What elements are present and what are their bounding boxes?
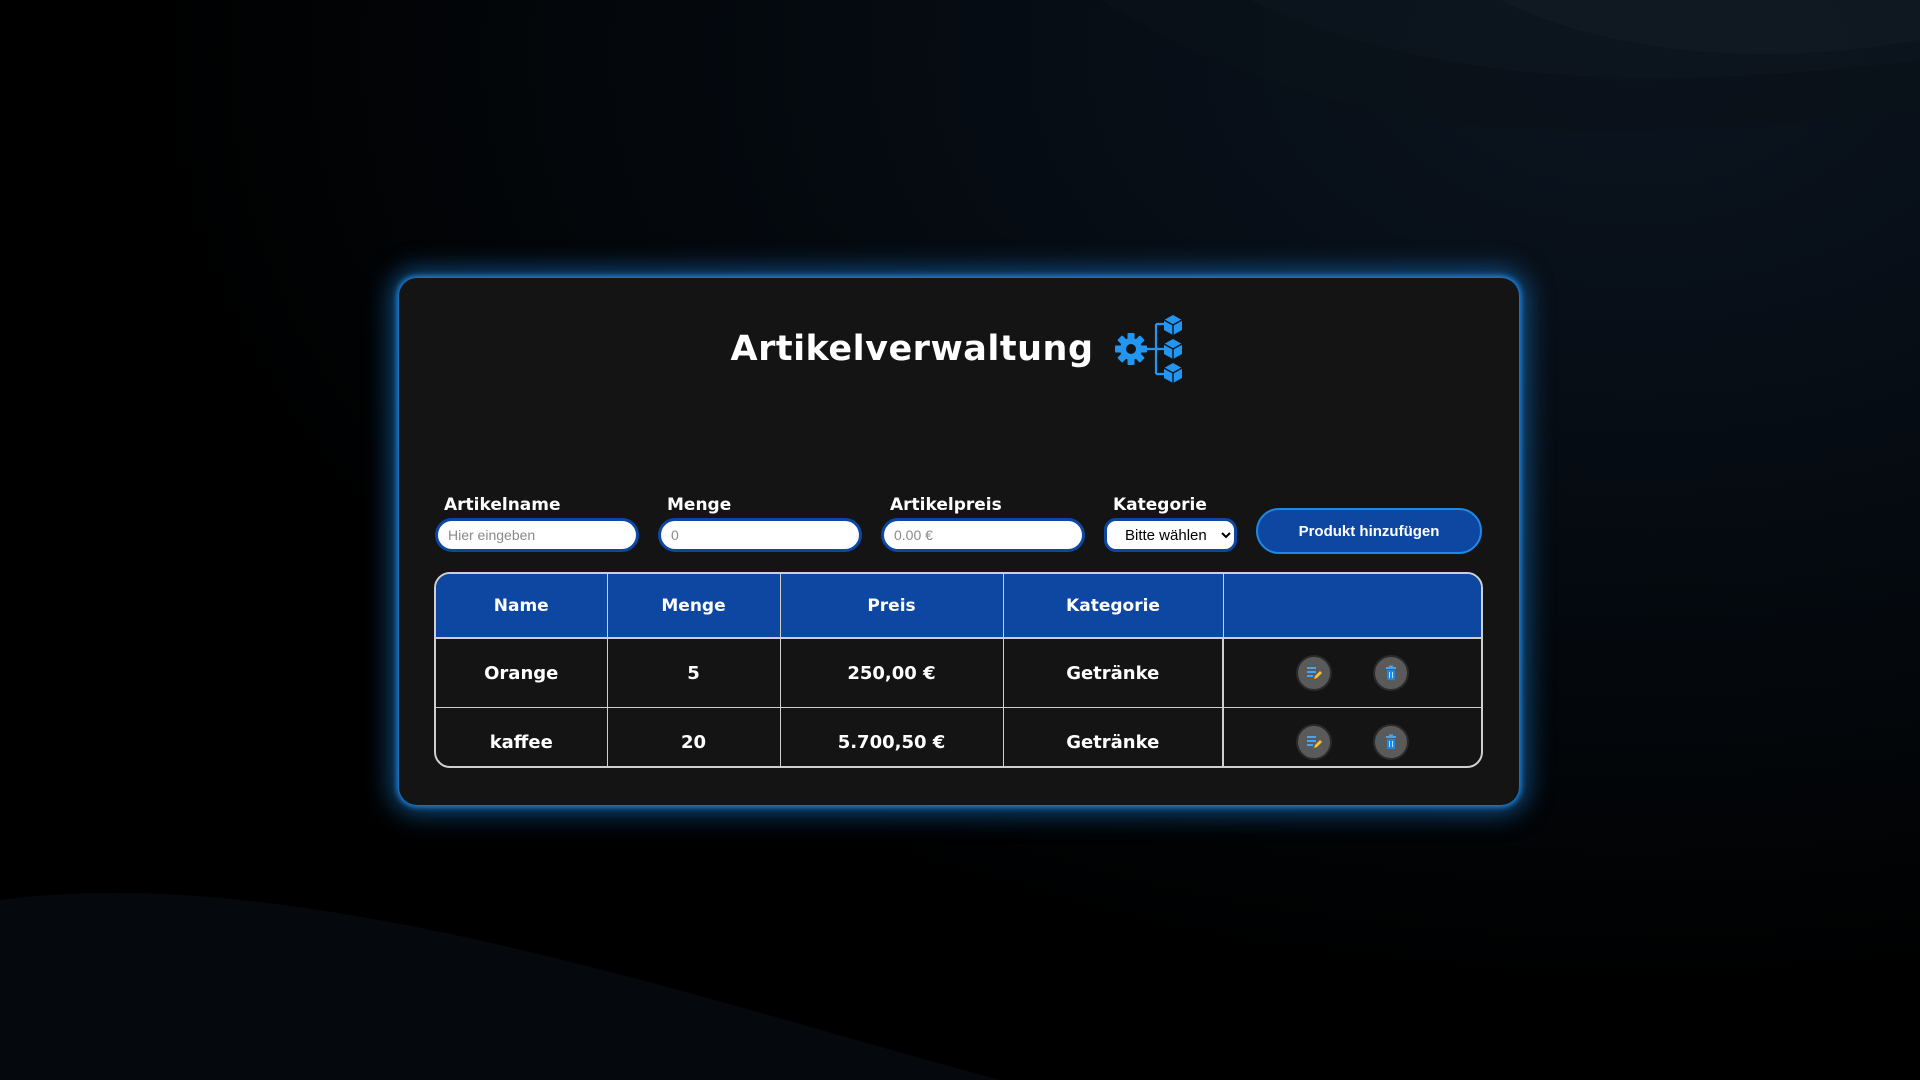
add-product-button[interactable]: Produkt hinzufügen (1256, 508, 1482, 554)
page-title: Artikelverwaltung (730, 329, 1094, 369)
column-header-quantity: Menge (607, 574, 781, 639)
price-field: Artikelpreis (881, 494, 1085, 552)
trash-icon (1385, 665, 1396, 680)
cell-quantity: 5 (607, 638, 781, 708)
edit-button[interactable] (1296, 655, 1333, 691)
price-label: Artikelpreis (890, 495, 1002, 515)
delete-button[interactable] (1372, 724, 1409, 760)
gear-network-icon (1114, 315, 1182, 383)
cell-name: Orange (436, 638, 608, 708)
category-select[interactable]: Bitte wählen (1104, 518, 1237, 552)
quantity-field: Menge (658, 494, 862, 552)
table-row: Orange 5 250,00 € Getränke (436, 638, 1481, 708)
quantity-label: Menge (667, 495, 732, 515)
category-label: Kategorie (1113, 495, 1207, 515)
article-management-card: Artikelverwaltung Artikelname Hier einge… (399, 278, 1519, 805)
header: Artikelverwaltung (399, 314, 1519, 384)
edit-button[interactable] (1296, 724, 1333, 760)
table-header-row: Name Menge Preis Kategorie (436, 574, 1481, 639)
cell-quantity: 20 (607, 707, 781, 766)
cell-category: Getränke (1003, 638, 1224, 708)
column-header-category: Kategorie (1003, 574, 1224, 639)
column-header-actions (1223, 574, 1481, 639)
article-name-input[interactable] (435, 518, 639, 552)
cell-category: Getränke (1003, 707, 1224, 766)
article-name-label: Artikelname (444, 495, 561, 515)
cell-price: 250,00 € (780, 638, 1004, 708)
add-article-form: Artikelname Menge Artikelpreis Kategorie… (435, 494, 1485, 554)
cell-actions (1222, 638, 1481, 708)
edit-icon (1307, 667, 1323, 679)
cell-name: kaffee (436, 707, 608, 766)
articles-table: Name Menge Preis Kategorie Orange 5 250,… (434, 572, 1483, 768)
cell-price: 5.700,50 € (780, 707, 1004, 766)
article-name-field: Artikelname (435, 494, 639, 552)
cell-actions (1222, 707, 1481, 766)
quantity-input[interactable] (658, 518, 862, 552)
column-header-price: Preis (780, 574, 1004, 639)
price-input[interactable] (881, 518, 1085, 552)
table-row: kaffee 20 5.700,50 € Getränke (436, 707, 1481, 766)
column-header-name: Name (436, 574, 608, 639)
trash-icon (1385, 734, 1396, 749)
category-field: Kategorie Bitte wählen (1104, 494, 1237, 552)
delete-button[interactable] (1372, 655, 1409, 691)
edit-icon (1307, 736, 1323, 748)
